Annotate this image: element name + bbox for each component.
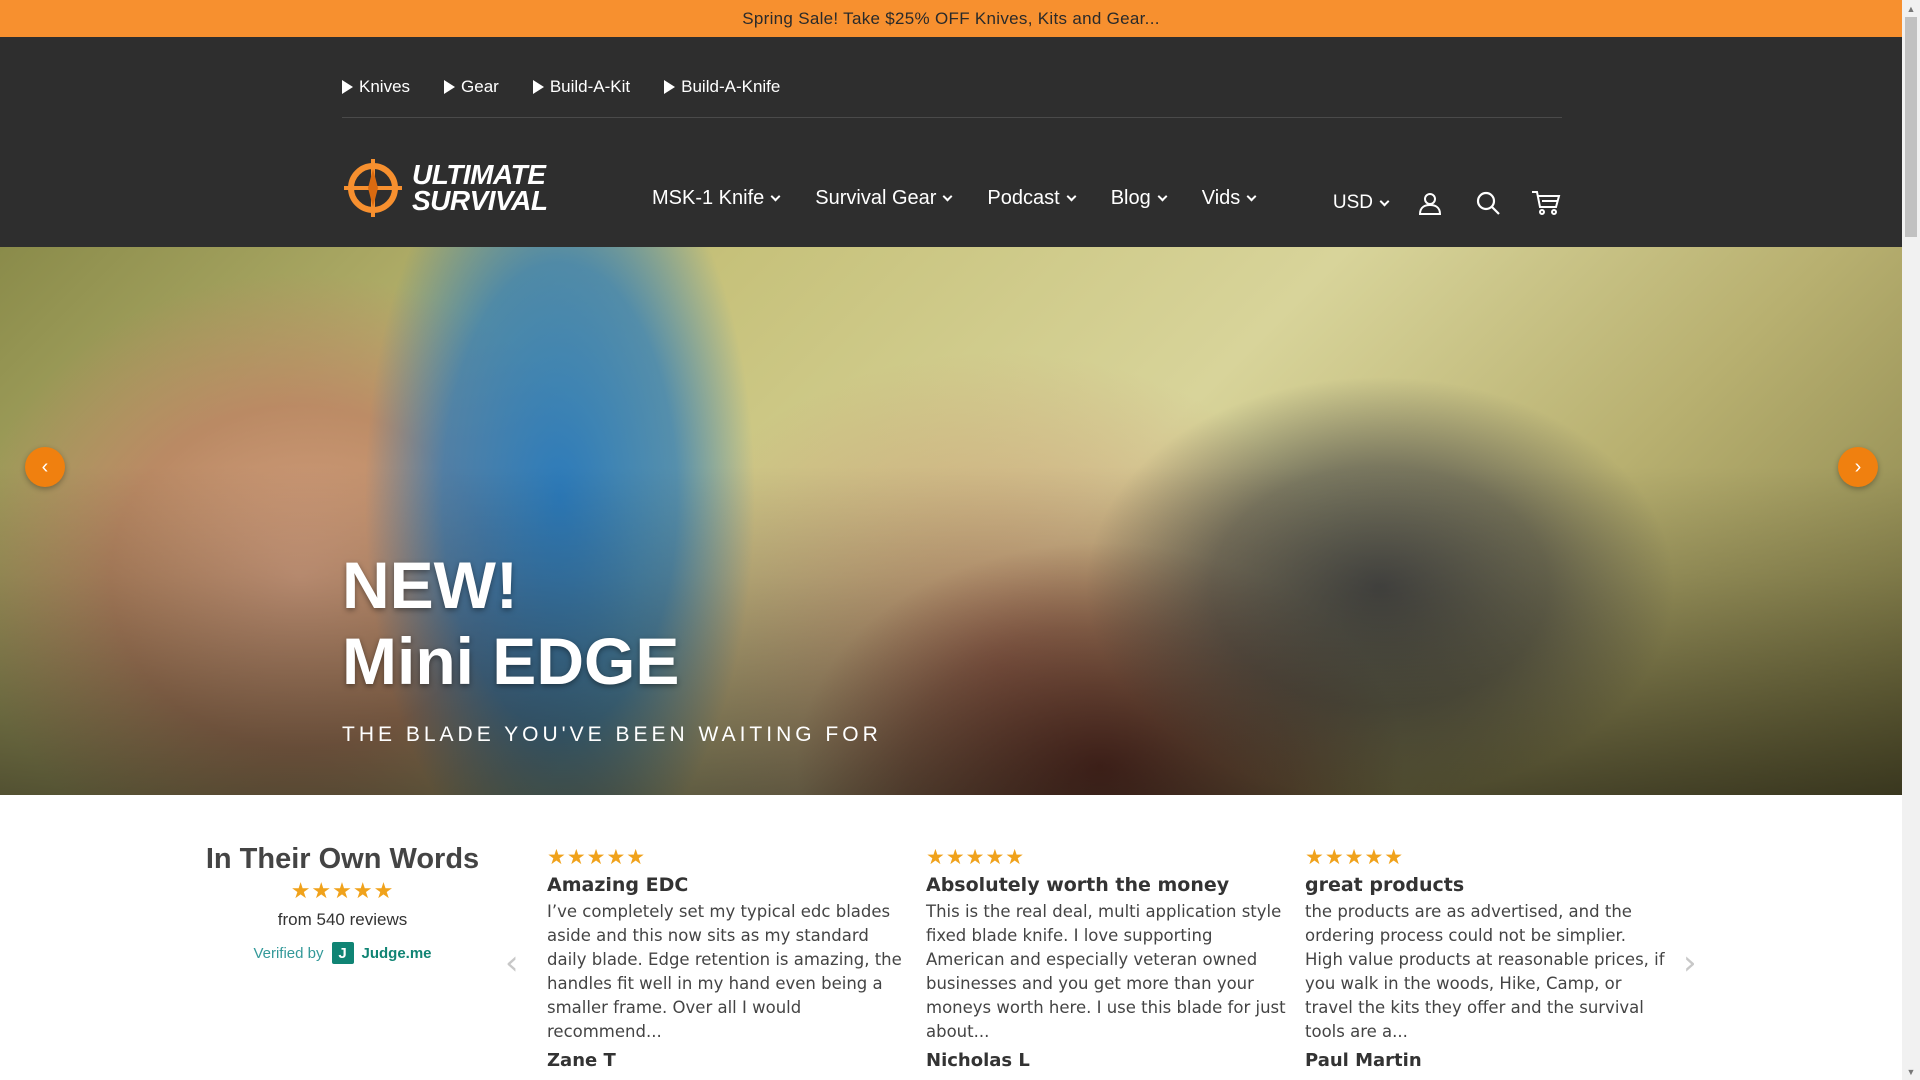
hero-overlay xyxy=(0,247,1902,795)
announcement-bar[interactable]: Spring Sale! Take $25% OFF Knives, Kits … xyxy=(0,0,1902,37)
verified-badge[interactable]: Verified by J Judge.me xyxy=(200,942,485,964)
site-header: Knives Gear Build-A-Kit Build-A-Knife UL… xyxy=(0,37,1902,247)
account-icon[interactable] xyxy=(1414,187,1446,219)
chevron-left-icon: ‹ xyxy=(505,943,519,983)
rating-stars-icon: ★★★★★ xyxy=(290,878,395,903)
announcement-text[interactable]: Spring Sale! Take $25% OFF Knives, Kits … xyxy=(742,9,1160,29)
play-icon xyxy=(664,80,676,94)
rating-stars-icon: ★★★★★ xyxy=(547,846,647,869)
reviews-section: In Their Own Words ★★★★★ from 540 review… xyxy=(0,795,1902,1080)
hero-next-button[interactable]: › xyxy=(1838,447,1878,487)
site-logo[interactable]: ULTIMATE SURVIVAL xyxy=(342,133,552,243)
review-author: Zane T xyxy=(547,1050,616,1071)
mainnav-msk1-knife[interactable]: MSK-1 Knife xyxy=(652,187,781,210)
scrollbar-thumb[interactable] xyxy=(1905,17,1917,237)
topnav-item-knives[interactable]: Knives xyxy=(342,77,410,97)
chevron-down-icon xyxy=(1379,196,1390,206)
header-utilities: USD xyxy=(1333,187,1562,219)
scroll-up-arrow-icon[interactable]: ▲ xyxy=(1902,0,1920,17)
play-icon xyxy=(444,80,456,94)
logo-wordmark: ULTIMATE SURVIVAL xyxy=(412,159,548,216)
chevron-right-icon: › xyxy=(1854,455,1862,478)
reviews-prev-button[interactable]: ‹ xyxy=(505,943,519,983)
hero-title[interactable]: NEW! Mini EDGE xyxy=(342,547,882,699)
page: Spring Sale! Take $25% OFF Knives, Kits … xyxy=(0,0,1902,1080)
review-title: great products xyxy=(1305,874,1465,896)
page-scrollbar[interactable]: ▲ ▼ xyxy=(1902,0,1920,1080)
header-divider xyxy=(342,117,1562,118)
topnav-item-build-a-kit[interactable]: Build-A-Kit xyxy=(532,77,630,97)
hero-slideshow: NEW! Mini EDGE THE BLADE YOU'VE BEEN WAI… xyxy=(0,247,1902,795)
chevron-down-icon xyxy=(942,191,953,202)
mainnav-blog[interactable]: Blog xyxy=(1111,187,1168,210)
judgeme-logo-icon: J xyxy=(331,942,354,964)
hero-prev-button[interactable]: ‹ xyxy=(25,447,65,487)
chevron-down-icon xyxy=(770,191,781,202)
mainnav-podcast[interactable]: Podcast xyxy=(987,187,1077,210)
review-body: This is the real deal, multi application… xyxy=(926,902,1286,1041)
play-icon xyxy=(532,80,544,94)
main-nav: MSK-1 Knife Survival Gear Podcast Blog V… xyxy=(652,187,1257,210)
reviews-next-button[interactable]: › xyxy=(1683,943,1697,983)
chevron-down-icon xyxy=(1066,191,1077,202)
reviews-summary: In Their Own Words ★★★★★ from 540 review… xyxy=(200,843,485,964)
mainnav-vids[interactable]: Vids xyxy=(1202,187,1257,210)
compass-logo-icon xyxy=(344,159,402,217)
chevron-down-icon xyxy=(1157,191,1168,202)
review-count: from 540 reviews xyxy=(277,910,408,929)
currency-selector[interactable]: USD xyxy=(1333,192,1390,214)
search-icon[interactable] xyxy=(1472,187,1504,219)
review-card[interactable]: ★★★★★ Amazing EDC I’ve completely set my… xyxy=(547,845,907,1071)
topnav-item-build-a-knife[interactable]: Build-A-Knife xyxy=(664,77,780,97)
review-title: Amazing EDC xyxy=(547,874,689,896)
review-body: I’ve completely set my typical edc blade… xyxy=(547,902,902,1041)
top-nav: Knives Gear Build-A-Kit Build-A-Knife xyxy=(342,77,780,97)
topnav-item-gear[interactable]: Gear xyxy=(444,77,499,97)
review-title: Absolutely worth the money xyxy=(926,874,1230,896)
chevron-left-icon: ‹ xyxy=(41,455,49,478)
rating-stars-icon: ★★★★★ xyxy=(926,846,1026,869)
reviews-heading: In Their Own Words xyxy=(205,843,480,875)
chevron-right-icon: › xyxy=(1683,943,1697,983)
mainnav-survival-gear[interactable]: Survival Gear xyxy=(815,187,953,210)
review-body: the products are as advertised, and the … xyxy=(1305,902,1665,1041)
review-card[interactable]: ★★★★★ great products the products are as… xyxy=(1305,845,1665,1071)
play-icon xyxy=(342,80,353,94)
review-card[interactable]: ★★★★★ Absolutely worth the money This is… xyxy=(926,845,1286,1071)
hero-caption: NEW! Mini EDGE THE BLADE YOU'VE BEEN WAI… xyxy=(342,547,882,747)
cart-icon[interactable] xyxy=(1530,187,1562,219)
review-author: Nicholas L xyxy=(926,1050,1030,1071)
hero-subtitle: THE BLADE YOU'VE BEEN WAITING FOR xyxy=(342,723,882,746)
scroll-down-arrow-icon[interactable]: ▼ xyxy=(1902,1063,1920,1080)
rating-stars-icon: ★★★★★ xyxy=(1305,846,1405,869)
chevron-down-icon xyxy=(1246,191,1257,202)
review-author: Paul Martin xyxy=(1305,1050,1422,1071)
